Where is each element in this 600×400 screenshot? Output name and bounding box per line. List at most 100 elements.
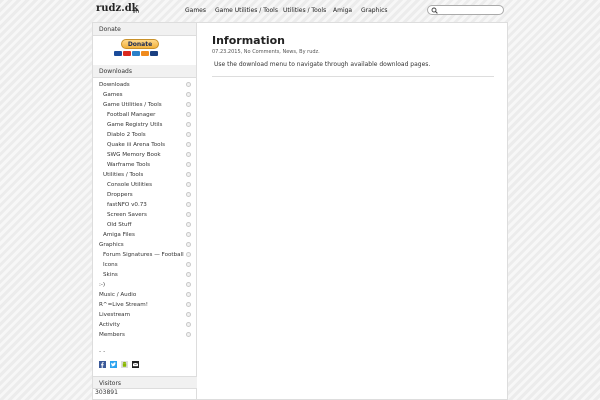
menu-item-label: Amiga Files	[103, 232, 135, 238]
post-title[interactable]: Information	[212, 34, 285, 47]
nav-game-utilities[interactable]: Game Utilities / Tools	[215, 7, 278, 14]
search-input[interactable]	[427, 5, 504, 15]
social-links	[99, 361, 139, 368]
expand-icon	[186, 102, 191, 107]
expand-icon	[186, 252, 191, 257]
menu-item[interactable]: Utilities / Tools	[93, 170, 197, 180]
expand-icon	[186, 132, 191, 137]
menu-item-label: Livestream	[99, 312, 131, 318]
menu-item[interactable]: Games	[93, 90, 197, 100]
menu-item-label: Music / Audio	[99, 292, 137, 298]
separator-text: - -	[99, 348, 106, 355]
expand-icon	[186, 262, 191, 267]
menu-item-label: Games	[103, 92, 123, 98]
menu-item[interactable]: Game Registry Utils	[93, 120, 197, 130]
menu-item[interactable]: Droppers	[93, 190, 197, 200]
menu-item-label: Old Stuff	[107, 222, 132, 228]
menu-item[interactable]: Quake iii Arena Tools	[93, 140, 197, 150]
email-icon[interactable]	[132, 361, 139, 368]
menu-item[interactable]: Old Stuff	[93, 220, 197, 230]
menu-item[interactable]: Skins	[93, 270, 197, 280]
expand-icon	[186, 312, 191, 317]
expand-icon	[186, 222, 191, 227]
sidebar: Donate Donate Downloads Downloads Games …	[92, 22, 197, 400]
donate-button[interactable]: Donate	[121, 39, 159, 49]
expand-icon	[186, 202, 191, 207]
downloads-heading: Downloads	[93, 65, 196, 78]
android-icon[interactable]	[121, 361, 128, 368]
expand-icon	[186, 322, 191, 327]
donate-box: Donate	[93, 36, 196, 65]
menu-item[interactable]: Amiga Files	[93, 230, 197, 240]
expand-icon	[186, 302, 191, 307]
nav-utilities[interactable]: Utilities / Tools	[283, 7, 326, 14]
expand-icon	[186, 192, 191, 197]
menu-item-label: Droppers	[107, 192, 133, 198]
expand-icon	[186, 332, 191, 337]
menu-item-label: R^=Live Stream!	[99, 302, 148, 308]
facebook-icon[interactable]	[99, 361, 106, 368]
menu-item[interactable]: Console Utilities	[93, 180, 197, 190]
expand-icon	[186, 272, 191, 277]
menu-item[interactable]: Forum Signatures — Football	[93, 250, 197, 260]
menu-item-label: Game Utilities / Tools	[103, 102, 162, 108]
menu-item[interactable]: Graphics	[93, 240, 197, 250]
downloads-menu: Downloads Games Game Utilities / Tools F…	[93, 78, 196, 340]
menu-item[interactable]: Music / Audio	[93, 290, 197, 300]
menu-item-label: Football Manager	[107, 112, 156, 118]
menu-item-label: Forum Signatures — Football	[103, 252, 184, 258]
menu-item[interactable]: Football Manager	[93, 110, 197, 120]
menu-item[interactable]: :-)	[93, 280, 197, 290]
menu-item-label: Icons	[103, 262, 118, 268]
menu-item-label: Utilities / Tools	[103, 172, 144, 178]
expand-icon	[186, 152, 191, 157]
expand-icon	[186, 162, 191, 167]
post-body: Use the download menu to navigate throug…	[214, 61, 431, 68]
menu-item[interactable]: Game Utilities / Tools	[93, 100, 197, 110]
menu-item[interactable]: Diablo 2 Tools	[93, 130, 197, 140]
menu-item-label: Warframe Tools	[107, 162, 151, 168]
menu-item[interactable]: Members	[93, 330, 197, 340]
expand-icon	[186, 282, 191, 287]
menu-item[interactable]: Livestream	[93, 310, 197, 320]
main-content: Information 07.23.2015, No Comments, New…	[197, 22, 508, 400]
nav-amiga[interactable]: Amiga	[333, 7, 352, 14]
expand-icon	[186, 172, 191, 177]
visitors-count: 303891	[95, 389, 118, 396]
expand-icon	[186, 92, 191, 97]
menu-item-label: Members	[99, 332, 125, 338]
rss-icon[interactable]	[133, 7, 139, 13]
menu-item[interactable]: Warframe Tools	[93, 160, 197, 170]
menu-item[interactable]: Activity	[93, 320, 197, 330]
nav-games[interactable]: Games	[185, 7, 206, 14]
payment-cards	[114, 51, 158, 56]
amex-card-icon	[132, 51, 140, 56]
discover-card-icon	[141, 51, 149, 56]
divider	[212, 76, 494, 77]
menu-item[interactable]: Icons	[93, 260, 197, 270]
menu-item-label: Downloads	[99, 82, 130, 88]
donate-heading: Donate	[93, 23, 196, 36]
expand-icon	[186, 122, 191, 127]
menu-item-label: Diablo 2 Tools	[107, 132, 146, 138]
menu-item-label: Game Registry Utils	[107, 122, 163, 128]
visitors-heading: Visitors	[93, 376, 197, 389]
bank-card-icon	[150, 51, 158, 56]
menu-item-label: Quake iii Arena Tools	[107, 142, 166, 148]
menu-item-label: Skins	[103, 272, 118, 278]
expand-icon	[186, 292, 191, 297]
menu-item-label: Console Utilities	[107, 182, 153, 188]
expand-icon	[186, 112, 191, 117]
menu-item-label: Activity	[99, 322, 120, 328]
menu-item[interactable]: Screen Savers	[93, 210, 197, 220]
menu-item[interactable]: Downloads	[93, 80, 197, 90]
menu-item[interactable]: SWG Memory Book	[93, 150, 197, 160]
menu-item[interactable]: R^=Live Stream!	[93, 300, 197, 310]
expand-icon	[186, 232, 191, 237]
nav-graphics[interactable]: Graphics	[361, 7, 388, 14]
menu-item[interactable]: fastNFO v0.73	[93, 200, 197, 210]
menu-item-label: SWG Memory Book	[107, 152, 161, 158]
twitter-icon[interactable]	[110, 361, 117, 368]
post-meta: 07.23.2015, No Comments, News, By rudz.	[212, 49, 320, 55]
visa-card-icon	[114, 51, 122, 56]
